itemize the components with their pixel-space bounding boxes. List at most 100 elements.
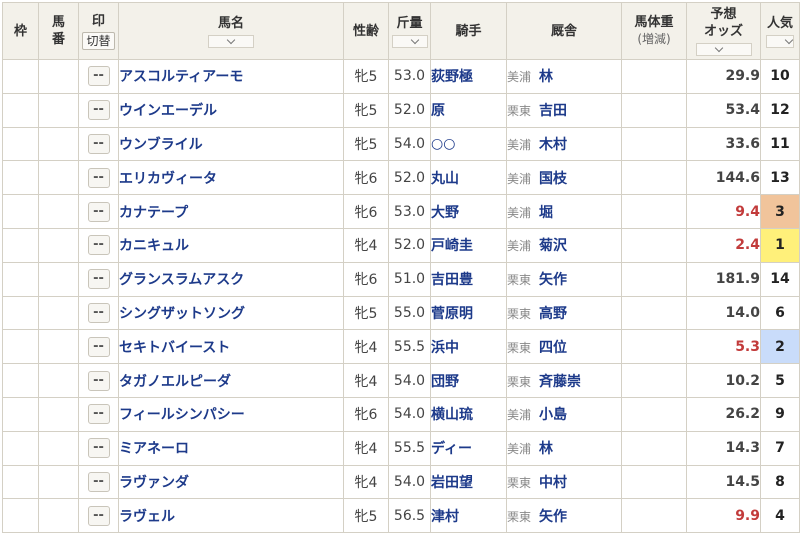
trainer-link[interactable]: 矢作 (539, 509, 567, 525)
mark-select-button[interactable]: -- (87, 336, 110, 357)
stable-region: 美浦 (507, 137, 532, 152)
trainer-link[interactable]: 高野 (539, 306, 567, 322)
horse-name-link[interactable]: フィールシンパシー (118, 396, 344, 432)
jockey-link[interactable]: 原 (430, 92, 507, 128)
header-odds[interactable]: 予想 オッズ (686, 2, 761, 60)
stable-region: 栗東 (507, 273, 532, 288)
waku-cell (2, 261, 39, 297)
stable-cell: 栗東 矢作 (506, 498, 622, 534)
horse-name-link[interactable]: エリカヴィータ (118, 160, 344, 196)
body-weight-cell (621, 430, 687, 466)
popularity-cell: 14 (760, 261, 800, 297)
trainer-link[interactable]: 小島 (539, 407, 567, 423)
horse-name-link[interactable]: ウンブライル (118, 126, 344, 162)
jockey-link[interactable]: 菅原明 (430, 295, 507, 331)
mark-select-button[interactable]: -- (87, 471, 110, 492)
horse-name-link[interactable]: シングザットソング (118, 295, 344, 331)
mark-select-button[interactable]: -- (87, 505, 110, 526)
body-weight-cell (621, 261, 687, 297)
header-body-weight: 馬体重 (増減) (621, 2, 687, 60)
header-odds-label: 予想 オッズ (703, 7, 743, 39)
umaban-cell (38, 160, 79, 196)
sort-odds-chevron-down-icon[interactable] (695, 43, 752, 56)
mark-cell: -- (78, 126, 119, 162)
popularity-cell: 1 (760, 227, 800, 263)
table-row: -- ウインエーデル 牝5 52.0 原栗東 吉田 53.4 12 (2, 92, 800, 128)
stable-cell: 美浦 小島 (506, 396, 622, 432)
jockey-link[interactable]: 横山琉 (430, 396, 507, 432)
jockey-link[interactable]: ディー (430, 430, 507, 466)
stable-cell: 美浦 菊沢 (506, 227, 622, 263)
trainer-link[interactable]: 林 (539, 441, 553, 457)
mark-cell: -- (78, 363, 119, 398)
mark-select-button[interactable]: -- (87, 269, 110, 290)
header-popularity[interactable]: 人気 (760, 2, 800, 60)
horse-name-link[interactable]: ミアネーロ (118, 430, 344, 466)
horse-name-link[interactable]: セキトバイースト (118, 329, 344, 365)
trainer-link[interactable]: 林 (539, 69, 553, 85)
jockey-link[interactable]: 荻野極 (430, 59, 507, 94)
jockey-link[interactable]: 吉田豊 (430, 261, 507, 297)
trainer-link[interactable]: 木村 (539, 137, 567, 153)
mark-cell: -- (78, 498, 119, 534)
mark-select-button[interactable]: -- (87, 201, 110, 222)
jockey-link[interactable]: 戸崎圭 (430, 227, 507, 263)
umaban-cell (38, 261, 79, 297)
mark-select-button[interactable]: -- (87, 438, 110, 459)
table-row: -- シングザットソング 牝5 55.0 菅原明 栗東 高野 14.0 6 (2, 295, 800, 331)
horse-name-link[interactable]: ウインエーデル (118, 92, 344, 128)
horse-name-link[interactable]: タガノエルピーダ (118, 363, 344, 398)
jockey-link[interactable]: 大野 (430, 194, 507, 229)
trainer-link[interactable]: 国枝 (539, 171, 567, 187)
jockey-link[interactable]: 岩田望 (430, 464, 507, 500)
mark-select-button[interactable]: -- (87, 66, 110, 87)
jockey-link[interactable]: ○○ (430, 126, 507, 162)
umaban-cell (38, 430, 79, 466)
horse-name-link[interactable]: ラヴェル (118, 498, 344, 534)
weight-cell: 55.5 (388, 329, 431, 365)
waku-cell (2, 363, 39, 398)
mark-select-button[interactable]: -- (87, 167, 110, 188)
trainer-link[interactable]: 菊沢 (539, 238, 567, 254)
mark-select-button[interactable]: -- (87, 133, 110, 154)
mark-cell: -- (78, 160, 119, 196)
trainer-link[interactable]: 矢作 (539, 272, 567, 288)
mark-select-button[interactable]: -- (87, 302, 110, 323)
horse-name-link[interactable]: グランスラムアスク (118, 261, 344, 297)
jockey-link[interactable]: 丸山 (430, 160, 507, 196)
horse-name-link[interactable]: ラヴァンダ (118, 464, 344, 500)
trainer-link[interactable]: 斉藤崇 (539, 374, 581, 390)
stable-region: 栗東 (507, 104, 532, 119)
horse-name-link[interactable]: カニキュル (118, 227, 344, 263)
header-weight[interactable]: 斤量 (388, 2, 431, 60)
sort-weight-chevron-down-icon[interactable] (391, 34, 428, 48)
header-row: 枠 馬 番 印 切替 馬名 性齢 斤量 騎手 厩舎 馬体重 (増減) 予想 オッ… (2, 2, 800, 60)
waku-cell (2, 92, 39, 128)
stable-region: 栗東 (507, 509, 532, 524)
weight-cell: 52.0 (388, 227, 431, 263)
header-name[interactable]: 馬名 (118, 2, 344, 60)
mark-cell: -- (78, 430, 119, 466)
sort-popularity-chevron-down-icon[interactable] (766, 34, 794, 48)
mark-select-button[interactable]: -- (87, 404, 110, 425)
mark-select-button[interactable]: -- (87, 235, 110, 256)
popularity-cell: 2 (760, 329, 800, 365)
mark-toggle-button[interactable]: 切替 (82, 31, 115, 50)
mark-select-button[interactable]: -- (87, 100, 110, 121)
header-sexage: 性齢 (343, 2, 389, 60)
jockey-link[interactable]: 津村 (430, 498, 507, 534)
trainer-link[interactable]: 四位 (539, 340, 567, 356)
umaban-cell (38, 295, 79, 331)
horse-name-link[interactable]: アスコルティアーモ (118, 59, 344, 94)
weight-cell: 51.0 (388, 261, 431, 297)
sex-age-cell: 牝5 (343, 498, 389, 534)
trainer-link[interactable]: 堀 (539, 205, 553, 221)
horse-name-link[interactable]: カナテープ (118, 194, 344, 229)
jockey-link[interactable]: 団野 (430, 363, 507, 398)
trainer-link[interactable]: 中村 (539, 475, 567, 491)
trainer-link[interactable]: 吉田 (539, 103, 567, 119)
jockey-link[interactable]: 浜中 (430, 329, 507, 365)
mark-select-button[interactable]: -- (87, 370, 110, 391)
sort-name-chevron-down-icon[interactable] (208, 34, 254, 48)
mark-cell: -- (78, 261, 119, 297)
